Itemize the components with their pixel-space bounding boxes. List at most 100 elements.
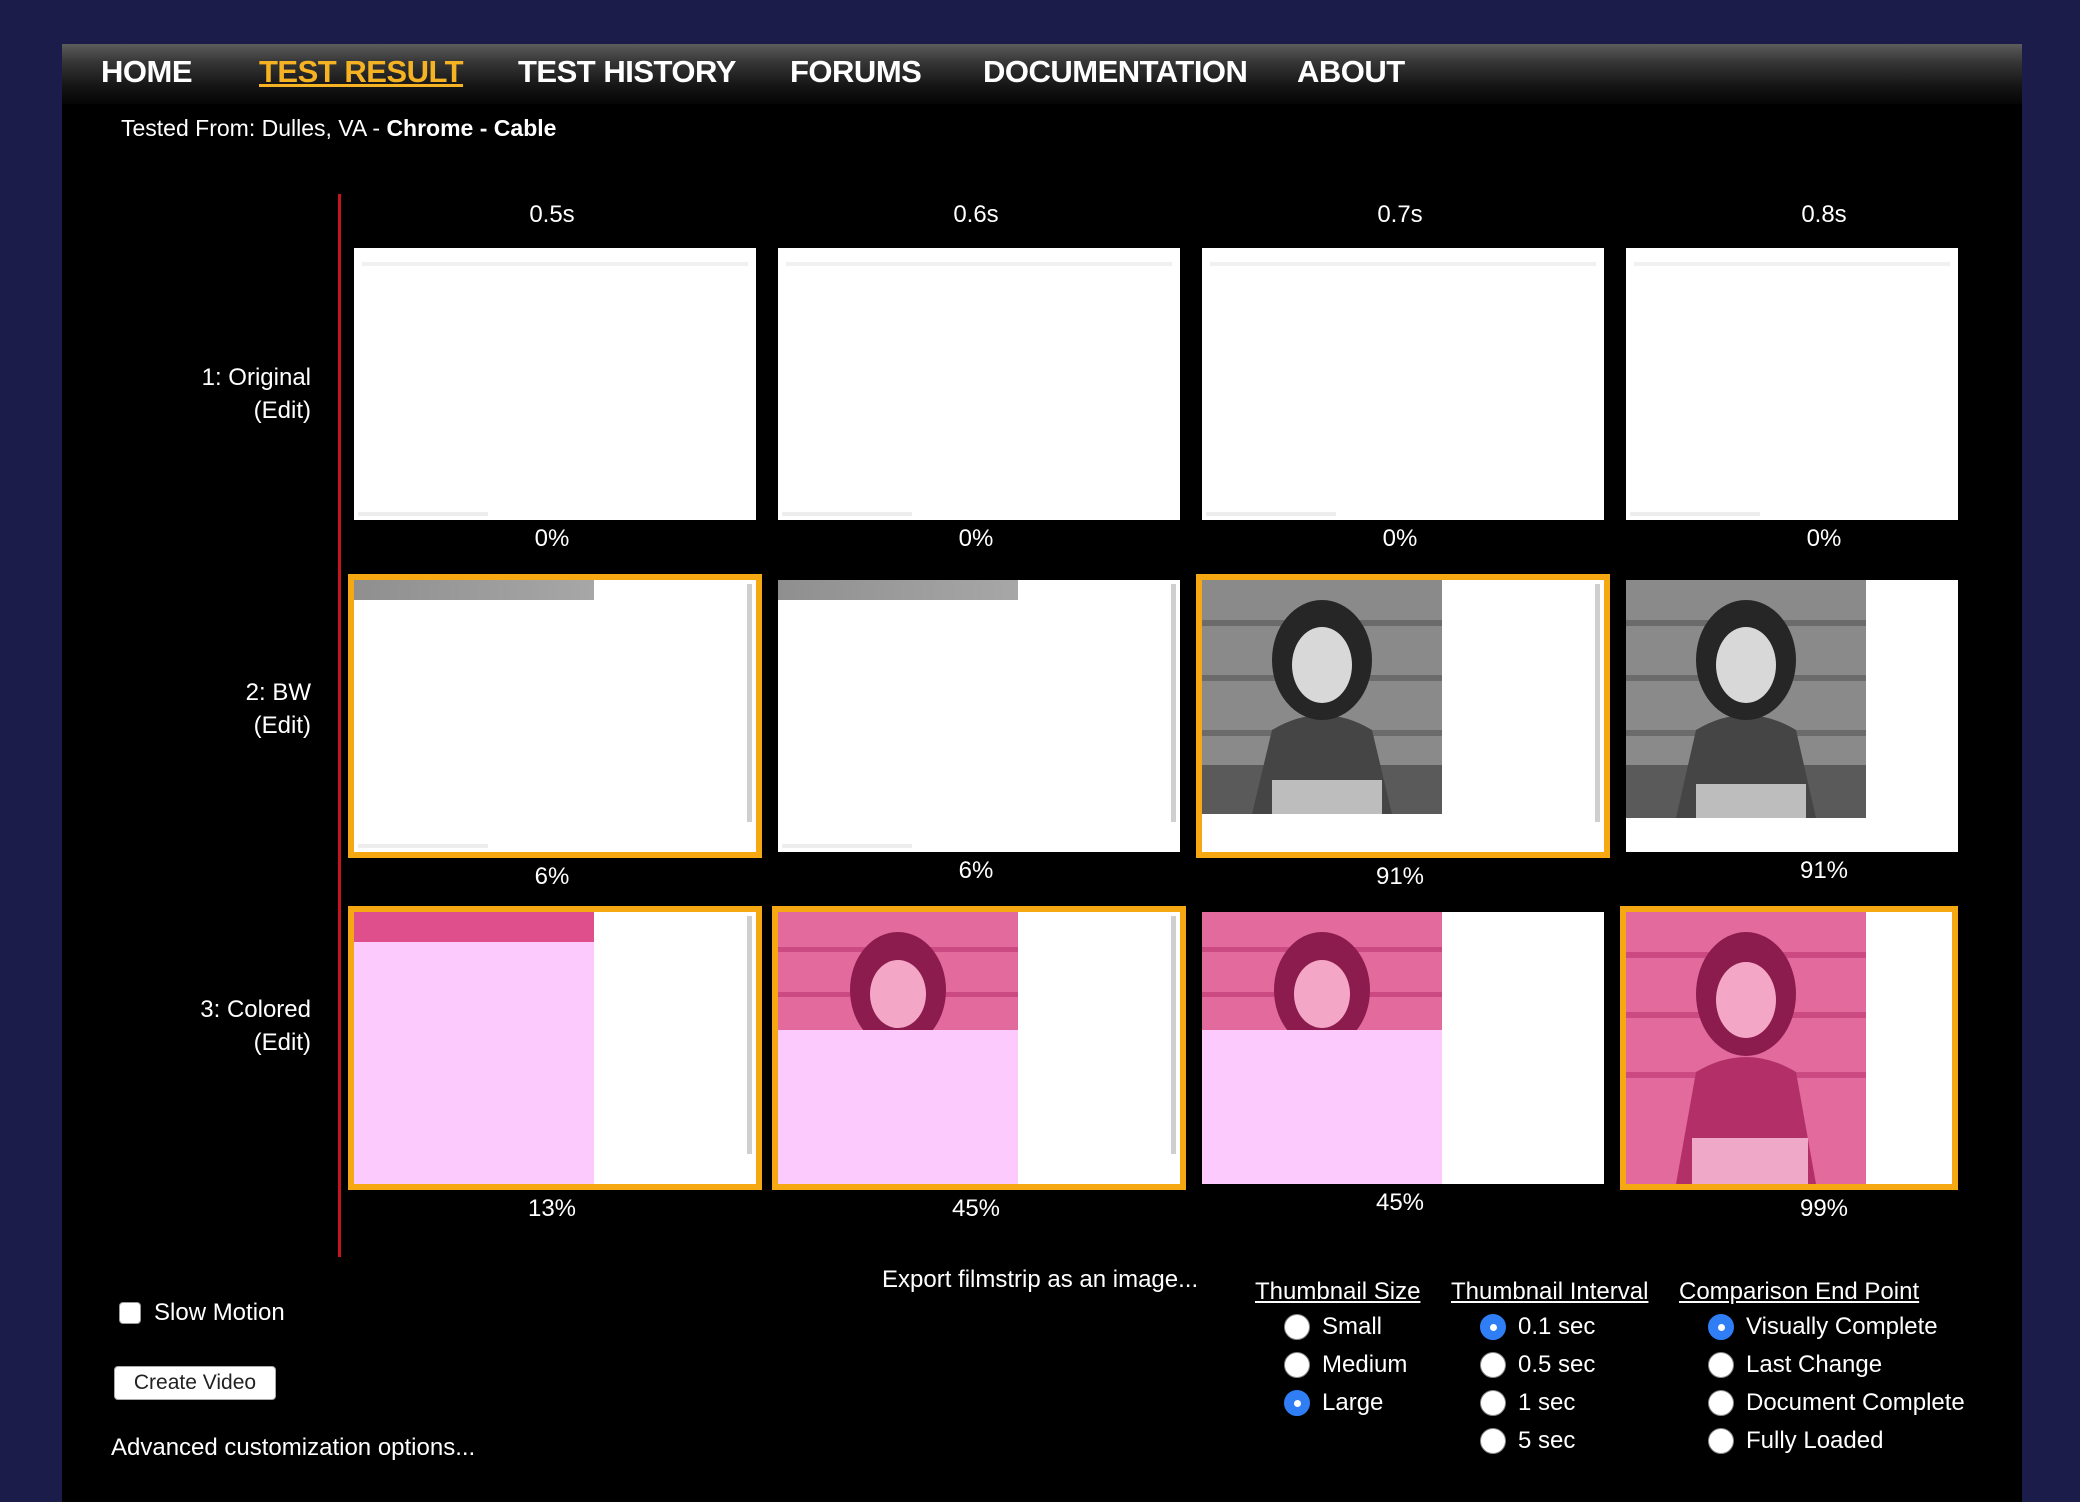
radio-button[interactable] bbox=[1708, 1390, 1734, 1416]
thumbnail[interactable] bbox=[1202, 248, 1604, 520]
radio-label: Document Complete bbox=[1746, 1389, 1965, 1416]
radio-label: Last Change bbox=[1746, 1351, 1883, 1378]
nav-about[interactable]: ABOUT bbox=[1297, 54, 1405, 90]
comparison-end-point-title[interactable]: Comparison End Point bbox=[1679, 1278, 1919, 1306]
pink-placeholder bbox=[354, 942, 594, 1184]
radio-label: Large bbox=[1322, 1389, 1384, 1416]
radio-button[interactable] bbox=[1708, 1352, 1734, 1378]
tested-from-location: Tested From: Dulles, VA - bbox=[121, 115, 387, 141]
faint-footer bbox=[782, 844, 912, 848]
portrait-photo-bw bbox=[1626, 580, 1866, 818]
radio-button[interactable] bbox=[1480, 1390, 1506, 1416]
row-name: 2: BW bbox=[245, 679, 311, 706]
create-video-button[interactable]: Create Video bbox=[114, 1366, 276, 1400]
radio-button[interactable] bbox=[1480, 1352, 1506, 1378]
row-label-bw: 2: BW (Edit) bbox=[111, 676, 311, 742]
radio-label: 1 sec bbox=[1518, 1389, 1576, 1416]
visual-progress: 6% bbox=[958, 857, 994, 884]
radio-label: 0.5 sec bbox=[1518, 1351, 1596, 1378]
thumbnail-changed[interactable] bbox=[1620, 906, 1958, 1190]
edit-link-colored[interactable]: (Edit) bbox=[111, 1026, 311, 1059]
row-name: 1: Original bbox=[201, 364, 311, 391]
visual-progress: 99% bbox=[1799, 1195, 1849, 1222]
nav-home[interactable]: HOME bbox=[101, 54, 193, 90]
radio-button-selected[interactable] bbox=[1284, 1390, 1310, 1416]
thumbnail[interactable] bbox=[778, 580, 1180, 852]
pink-header-bar bbox=[354, 912, 594, 942]
time-label-1: 0.6s bbox=[953, 201, 999, 228]
thumbnail-scrollbar bbox=[747, 584, 752, 822]
portrait-photo-pink bbox=[778, 912, 1018, 1030]
slow-motion-label[interactable]: Slow Motion bbox=[154, 1299, 285, 1327]
thumbnail-changed[interactable] bbox=[348, 906, 762, 1190]
radio-button[interactable] bbox=[1480, 1428, 1506, 1454]
visual-progress: 0% bbox=[1806, 525, 1842, 552]
slow-motion-checkbox[interactable] bbox=[119, 1302, 141, 1324]
time-label-3: 0.8s bbox=[1801, 201, 1847, 228]
nav-test-history[interactable]: TEST HISTORY bbox=[518, 54, 736, 90]
thumbnail-interval-title[interactable]: Thumbnail Interval bbox=[1451, 1278, 1648, 1306]
thumbnail-changed[interactable] bbox=[348, 574, 762, 858]
radio-label: Visually Complete bbox=[1746, 1313, 1938, 1340]
export-filmstrip-link[interactable]: Export filmstrip as an image... bbox=[882, 1266, 1198, 1294]
thumbnail-changed[interactable] bbox=[772, 906, 1186, 1190]
visual-progress: 45% bbox=[1375, 1189, 1425, 1216]
visual-progress: 6% bbox=[534, 863, 570, 890]
portrait-photo-bw bbox=[1202, 580, 1442, 814]
portrait-photo-pink bbox=[1626, 912, 1866, 1184]
radio-button[interactable] bbox=[1284, 1314, 1310, 1340]
grey-header-bar bbox=[778, 580, 1018, 600]
nav-forums[interactable]: FORUMS bbox=[790, 54, 922, 90]
faint-footer bbox=[358, 512, 488, 516]
thumbnail-scrollbar bbox=[1171, 584, 1176, 822]
faint-footer bbox=[1206, 512, 1336, 516]
visual-progress: 13% bbox=[527, 1195, 577, 1222]
radio-button[interactable] bbox=[1284, 1352, 1310, 1378]
thumbnail[interactable] bbox=[1626, 580, 1958, 852]
time-label-2: 0.7s bbox=[1377, 201, 1423, 228]
timeline-divider bbox=[338, 194, 341, 1257]
radio-button[interactable] bbox=[1708, 1428, 1734, 1454]
thumbnail-size-title[interactable]: Thumbnail Size bbox=[1255, 1278, 1420, 1306]
grey-header-bar bbox=[354, 580, 594, 600]
visual-progress: 0% bbox=[958, 525, 994, 552]
radio-button-selected[interactable] bbox=[1480, 1314, 1506, 1340]
radio-label: Medium bbox=[1322, 1351, 1408, 1378]
main-panel: HOME TEST RESULT TEST HISTORY FORUMS DOC… bbox=[62, 44, 2022, 1502]
thumbnail[interactable] bbox=[1626, 248, 1958, 520]
edit-link-bw[interactable]: (Edit) bbox=[111, 709, 311, 742]
radio-label: Fully Loaded bbox=[1746, 1427, 1884, 1454]
faint-content bbox=[1210, 262, 1596, 266]
thumbnail[interactable] bbox=[778, 248, 1180, 520]
time-label-0: 0.5s bbox=[529, 201, 575, 228]
row-name: 3: Colored bbox=[200, 996, 311, 1023]
thumbnail-changed[interactable] bbox=[1196, 574, 1610, 858]
radio-label: 0.1 sec bbox=[1518, 1313, 1596, 1340]
edit-link-original[interactable]: (Edit) bbox=[111, 394, 311, 427]
thumbnail-scrollbar bbox=[747, 916, 752, 1154]
top-navbar: HOME TEST RESULT TEST HISTORY FORUMS DOC… bbox=[62, 44, 2022, 104]
radio-button-selected[interactable] bbox=[1708, 1314, 1734, 1340]
faint-content bbox=[1634, 262, 1950, 266]
radio-label: Small bbox=[1322, 1313, 1383, 1340]
thumbnail[interactable] bbox=[354, 248, 756, 520]
visual-progress: 91% bbox=[1799, 857, 1849, 884]
portrait-photo-pink bbox=[1202, 912, 1442, 1030]
thumbnail-scrollbar bbox=[1595, 584, 1600, 822]
row-label-original: 1: Original (Edit) bbox=[111, 361, 311, 427]
thumbnail[interactable] bbox=[1202, 912, 1604, 1184]
tested-from-browser: Chrome bbox=[386, 115, 474, 141]
radio-label: 5 sec bbox=[1518, 1427, 1576, 1454]
visual-progress: 45% bbox=[951, 1195, 1001, 1222]
nav-documentation[interactable]: DOCUMENTATION bbox=[983, 54, 1248, 90]
faint-content bbox=[362, 262, 748, 266]
faint-footer bbox=[1630, 512, 1760, 516]
nav-test-result[interactable]: TEST RESULT bbox=[259, 54, 464, 90]
tested-from-line: Tested From: Dulles, VA - Chrome - Cable bbox=[121, 115, 556, 142]
faint-content bbox=[786, 262, 1172, 266]
faint-footer bbox=[358, 844, 488, 848]
pink-placeholder bbox=[1202, 1030, 1442, 1184]
advanced-options-link[interactable]: Advanced customization options... bbox=[111, 1434, 475, 1462]
row-label-colored: 3: Colored (Edit) bbox=[111, 993, 311, 1059]
faint-footer bbox=[782, 512, 912, 516]
